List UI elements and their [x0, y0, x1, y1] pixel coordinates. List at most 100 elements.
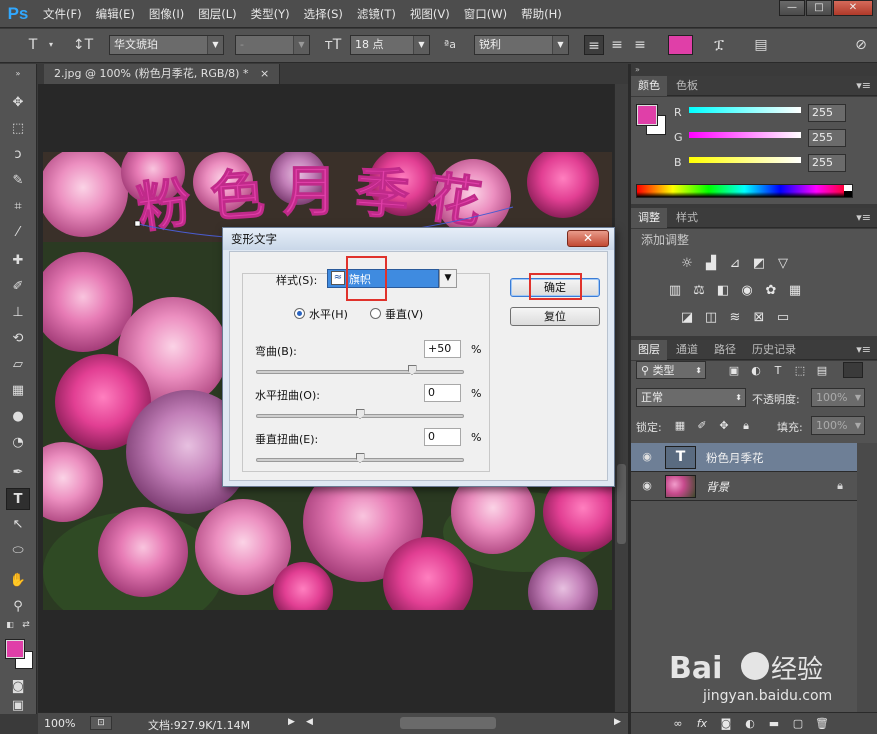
- brightness-contrast-icon[interactable]: ☼: [678, 256, 696, 272]
- new-layer-icon[interactable]: ▢: [789, 716, 807, 732]
- hue-saturation-icon[interactable]: ▥: [666, 283, 684, 299]
- scroll-left-arrow-icon[interactable]: ◀: [306, 717, 313, 727]
- eraser-tool-icon[interactable]: ▱: [6, 354, 30, 376]
- gradient-map-icon[interactable]: ▭: [774, 310, 792, 326]
- align-center-icon[interactable]: ≡: [607, 35, 627, 55]
- menu-edit[interactable]: 编辑(E): [89, 0, 142, 28]
- filter-adjustment-icon[interactable]: ◐: [747, 363, 765, 379]
- invert-icon[interactable]: ◪: [678, 310, 696, 326]
- foreground-color-swatch[interactable]: [5, 639, 25, 659]
- reset-button[interactable]: 复位: [510, 307, 600, 326]
- healing-brush-tool-icon[interactable]: ✚: [6, 250, 30, 272]
- tab-styles[interactable]: 样式: [669, 208, 705, 228]
- filter-shape-icon[interactable]: ⬚: [791, 363, 809, 379]
- tab-layers[interactable]: 图层: [631, 340, 667, 360]
- default-colors-icon[interactable]: ◧: [4, 620, 16, 630]
- eye-icon[interactable]: ◉: [639, 450, 655, 464]
- minimize-button[interactable]: —: [779, 0, 805, 16]
- zoom-tool-icon[interactable]: ⚲: [6, 596, 30, 618]
- vertical-radio[interactable]: [370, 308, 381, 319]
- black-white-icon[interactable]: ◧: [714, 283, 732, 299]
- path-anchor-point[interactable]: [134, 220, 141, 227]
- horizontal-radio[interactable]: [294, 308, 305, 319]
- link-layers-icon[interactable]: ∞: [669, 716, 687, 732]
- tab-color[interactable]: 颜色: [631, 76, 667, 96]
- opacity-input[interactable]: 100% ▼: [811, 388, 865, 407]
- crop-tool-icon[interactable]: ⌗: [6, 196, 30, 218]
- menu-view[interactable]: 视图(V): [403, 0, 457, 28]
- tab-history[interactable]: 历史记录: [745, 340, 803, 360]
- pen-tool-icon[interactable]: ✒: [6, 462, 30, 484]
- cancel-icon[interactable]: ⊘: [850, 35, 872, 55]
- gradient-tool-icon[interactable]: ▦: [6, 380, 30, 402]
- blend-mode-select[interactable]: 正常 ⬍: [636, 388, 746, 407]
- path-selection-tool-icon[interactable]: ↖: [6, 514, 30, 536]
- tab-adjustments[interactable]: 调整: [631, 208, 667, 228]
- blue-channel-input[interactable]: 255: [808, 154, 846, 172]
- green-channel-input[interactable]: 255: [808, 129, 846, 147]
- quick-mask-icon[interactable]: ◙: [6, 676, 30, 698]
- bend-input[interactable]: +50: [424, 340, 461, 358]
- posterize-icon[interactable]: ◫: [702, 310, 720, 326]
- bend-slider-track[interactable]: [256, 370, 464, 374]
- menu-select[interactable]: 选择(S): [297, 0, 350, 28]
- lock-all-icon[interactable]: 🔒︎: [737, 418, 755, 434]
- status-zoom[interactable]: 100%: [44, 717, 75, 730]
- spectrum-black-chip[interactable]: [844, 191, 852, 197]
- color-lookup-icon[interactable]: ▦: [786, 283, 804, 299]
- quick-selection-tool-icon[interactable]: ✎: [6, 170, 30, 192]
- menu-file[interactable]: 文件(F): [36, 0, 89, 28]
- document-tab[interactable]: 2.jpg @ 100% (粉色月季花, RGB/8) * ×: [44, 64, 281, 84]
- antialias-select[interactable]: 锐利 ▼: [474, 35, 569, 55]
- swap-colors-icon[interactable]: ⇄: [20, 620, 32, 630]
- text-color-swatch[interactable]: [668, 35, 693, 55]
- brush-tool-icon[interactable]: ✐: [6, 276, 30, 298]
- warp-text-icon[interactable]: ፗ: [708, 35, 730, 55]
- fill-input[interactable]: 100% ▼: [811, 416, 865, 435]
- vertical-scroll-thumb[interactable]: [617, 464, 626, 544]
- filter-type-icon[interactable]: T: [769, 363, 787, 379]
- layers-scrollbar[interactable]: [857, 443, 877, 712]
- tool-preset-chevron-icon[interactable]: ▾: [46, 35, 56, 55]
- panel-menu-icon[interactable]: ▾≡: [856, 343, 871, 356]
- menu-layer[interactable]: 图层(L): [191, 0, 243, 28]
- lock-image-icon[interactable]: ✐: [693, 418, 711, 434]
- curves-icon[interactable]: ⊿: [726, 256, 744, 272]
- blue-channel-slider[interactable]: [689, 157, 801, 163]
- panel-menu-icon[interactable]: ▾≡: [856, 211, 871, 224]
- delete-layer-icon[interactable]: 🗑︎: [813, 716, 831, 732]
- filter-toggle[interactable]: [843, 362, 863, 378]
- threshold-icon[interactable]: ≋: [726, 310, 744, 326]
- scroll-right-arrow-icon[interactable]: ▶: [614, 717, 621, 727]
- toolbox-collapse-icon[interactable]: »: [6, 70, 30, 78]
- character-panel-icon[interactable]: ▤: [750, 35, 772, 55]
- panel-dock-collapse-icon[interactable]: »: [631, 64, 877, 76]
- color-spectrum-bar[interactable]: [636, 184, 853, 198]
- eye-icon[interactable]: ◉: [639, 479, 655, 493]
- lock-transparent-icon[interactable]: ▦: [671, 418, 689, 434]
- layer-row-text[interactable]: ◉ T 粉色月季花: [631, 443, 857, 472]
- menu-help[interactable]: 帮助(H): [514, 0, 569, 28]
- font-style-select[interactable]: - ▼: [235, 35, 310, 55]
- menu-filter[interactable]: 滤镜(T): [350, 0, 403, 28]
- menu-type[interactable]: 类型(Y): [244, 0, 297, 28]
- filter-pixel-icon[interactable]: ▣: [725, 363, 743, 379]
- panel-menu-icon[interactable]: ▾≡: [856, 79, 871, 92]
- status-info-icon[interactable]: ⊡: [90, 716, 112, 730]
- layer-style-icon[interactable]: fx: [693, 716, 711, 732]
- blur-tool-icon[interactable]: ●: [6, 406, 30, 428]
- lasso-tool-icon[interactable]: ↄ: [6, 144, 30, 166]
- levels-icon[interactable]: ▟: [702, 256, 720, 272]
- dialog-close-button[interactable]: ✕: [567, 230, 609, 247]
- type-tool-icon[interactable]: T: [22, 35, 44, 55]
- font-size-select[interactable]: 18 点 ▼: [350, 35, 430, 55]
- maximize-button[interactable]: □: [806, 0, 832, 16]
- new-adjustment-layer-icon[interactable]: ◐: [741, 716, 759, 732]
- dodge-tool-icon[interactable]: ◔: [6, 432, 30, 454]
- color-panel-foreground-swatch[interactable]: [636, 104, 658, 126]
- chevron-down-icon[interactable]: ▼: [439, 269, 457, 288]
- lock-position-icon[interactable]: ✥: [715, 418, 733, 434]
- selective-color-icon[interactable]: ⊠: [750, 310, 768, 326]
- align-right-icon[interactable]: ≡: [630, 35, 650, 55]
- close-tab-icon[interactable]: ×: [260, 67, 269, 80]
